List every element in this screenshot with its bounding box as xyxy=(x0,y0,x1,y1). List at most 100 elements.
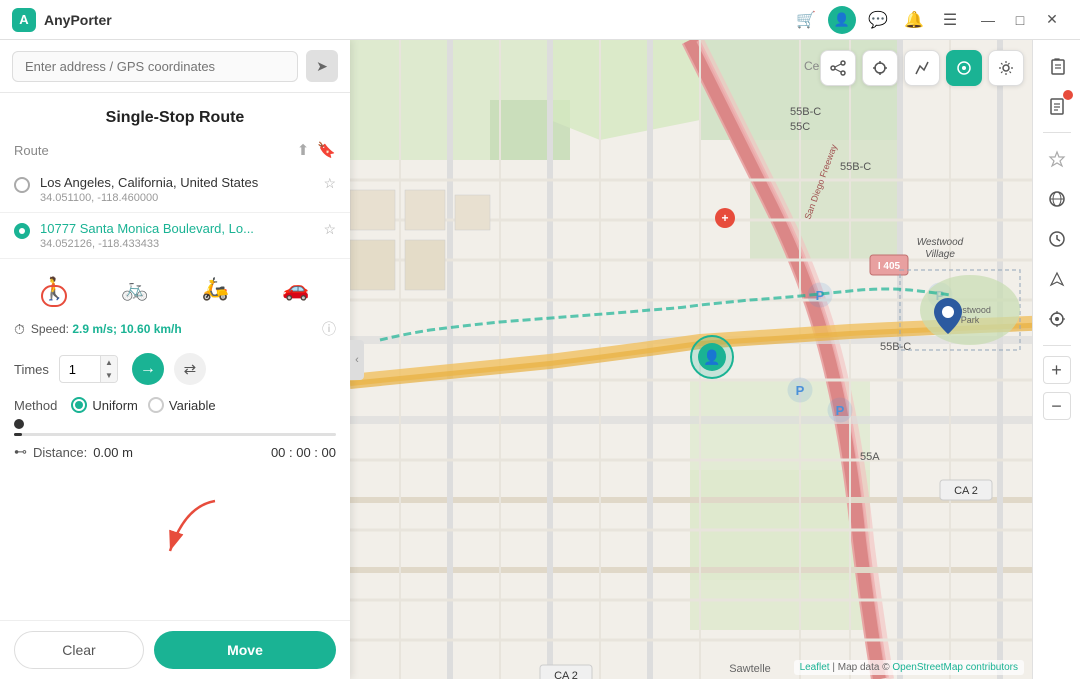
distance-icon: ⊷ xyxy=(14,444,27,460)
app-logo: A xyxy=(12,8,36,32)
user-location-marker: 👤 xyxy=(690,335,734,379)
move-button[interactable]: Move xyxy=(154,631,336,669)
destination-star-button[interactable]: ☆ xyxy=(323,221,336,238)
collapse-panel-button[interactable]: ‹ xyxy=(350,340,364,380)
route-label-row: Route ⬆ 🔖 xyxy=(0,137,350,167)
active-tool-button[interactable] xyxy=(946,50,982,86)
transport-modes: 🚶 🚲 🛵 🚗 xyxy=(0,259,350,315)
spin-up-button[interactable]: ▲ xyxy=(101,356,117,369)
speed-value: 2.9 m/s; 10.60 km/h xyxy=(72,322,181,336)
transport-walk-button[interactable]: 🚶 xyxy=(32,269,76,309)
svg-text:Park: Park xyxy=(961,315,980,325)
target-button[interactable] xyxy=(1039,301,1075,337)
svg-text:CA 2: CA 2 xyxy=(954,485,978,497)
titlebar: A AnyPorter 🛒 👤 💬 🔔 ☰ — □ ✕ xyxy=(0,0,1080,40)
app-name: AnyPorter xyxy=(44,12,792,28)
spin-down-button[interactable]: ▼ xyxy=(101,369,117,382)
uniform-radio-outer xyxy=(71,397,87,413)
map-area[interactable]: CA 2 CA 2 I 405 55B-C 55C 55B-C 55B-C 55… xyxy=(350,40,1080,679)
origin-coords: 34.051100, -118.460000 xyxy=(40,192,317,204)
destination-coords: 34.052126, -118.433433 xyxy=(40,238,317,250)
bookmark-icon[interactable]: 🔖 xyxy=(317,141,336,159)
help-icon[interactable]: ⓘ xyxy=(322,319,336,339)
crosshair-map-button[interactable] xyxy=(862,50,898,86)
user-avatar[interactable]: 👤 xyxy=(828,6,856,34)
search-bar: ➤ xyxy=(0,40,350,93)
distance-row: ⊷ Distance: 0.00 m 00 : 00 : 00 xyxy=(0,440,350,468)
zoom-out-button[interactable]: − xyxy=(1043,392,1071,420)
origin-dot xyxy=(14,177,30,193)
star-button[interactable] xyxy=(1039,141,1075,177)
search-submit-button[interactable]: ➤ xyxy=(306,50,338,82)
svg-text:55B-C: 55B-C xyxy=(840,161,871,173)
transport-bike-button[interactable]: 🚲 xyxy=(113,269,157,309)
bell-icon[interactable]: 🔔 xyxy=(900,6,928,34)
route-title-area: Single-Stop Route xyxy=(0,93,350,137)
destination-dot xyxy=(14,223,30,239)
path-draw-button[interactable] xyxy=(904,50,940,86)
method-variable-radio[interactable]: Variable xyxy=(148,397,216,413)
notification-badge xyxy=(1063,90,1073,100)
time-value: 00 : 00 : 00 xyxy=(271,445,336,460)
maximize-button[interactable]: □ xyxy=(1004,4,1036,36)
menu-icon[interactable]: ☰ xyxy=(936,6,964,34)
destination-name: 10777 Santa Monica Boulevard, Lo... xyxy=(40,221,317,236)
chat-icon[interactable]: 💬 xyxy=(864,6,892,34)
map-attribution: Leaflet | Map data © OpenStreetMap contr… xyxy=(794,660,1024,675)
active-indicator xyxy=(41,285,67,307)
times-input-wrap: ▲ ▼ xyxy=(59,355,118,383)
arrow-up-button[interactable] xyxy=(1039,261,1075,297)
transport-car-button[interactable]: 🚗 xyxy=(274,269,318,309)
zoom-in-button[interactable]: + xyxy=(1043,356,1071,384)
search-input[interactable] xyxy=(12,51,298,82)
settings-map-button[interactable] xyxy=(988,50,1024,86)
svg-text:55B-C: 55B-C xyxy=(880,341,911,353)
times-input[interactable] xyxy=(60,359,100,380)
svg-text:55C: 55C xyxy=(790,121,810,133)
distance-value: 0.00 m xyxy=(93,445,133,460)
history-button[interactable] xyxy=(1039,221,1075,257)
method-label: Method xyxy=(14,398,57,413)
svg-text:+: + xyxy=(721,211,728,225)
uniform-label: Uniform xyxy=(92,398,138,413)
globe-button[interactable] xyxy=(1039,181,1075,217)
route-section: Single-Stop Route Route ⬆ 🔖 Los Angeles,… xyxy=(0,93,350,620)
loop2-button[interactable]: ⇄ xyxy=(174,353,206,385)
method-uniform-radio[interactable]: Uniform xyxy=(71,397,138,413)
progress-bar-fill xyxy=(14,433,22,436)
bottom-buttons: Clear Move xyxy=(0,620,350,679)
speed-row: ⏱ Speed: 2.9 m/s; 10.60 km/h ⓘ xyxy=(0,315,350,347)
svg-text:Sawtelle: Sawtelle xyxy=(729,663,771,675)
clear-button[interactable]: Clear xyxy=(14,631,144,669)
svg-text:Village: Village xyxy=(925,249,955,260)
progress-bar-track[interactable] xyxy=(14,433,336,436)
progress-bar-row xyxy=(0,419,350,440)
distance-text: Distance: xyxy=(33,445,87,460)
osm-link[interactable]: OpenStreetMap contributors xyxy=(892,662,1018,673)
origin-star-button[interactable]: ☆ xyxy=(323,175,336,192)
svg-text:CA 2: CA 2 xyxy=(554,670,578,679)
svg-text:55A: 55A xyxy=(860,451,880,463)
share-map-button[interactable] xyxy=(820,50,856,86)
cart-icon[interactable]: 🛒 xyxy=(792,6,820,34)
main-content: ➤ Single-Stop Route Route ⬆ 🔖 Los Angele… xyxy=(0,40,1080,679)
destination-info: 10777 Santa Monica Boulevard, Lo... 34.0… xyxy=(40,221,317,250)
times-row: Times ▲ ▼ → ⇄ xyxy=(0,347,350,391)
export-icon[interactable]: ⬆ xyxy=(297,141,310,159)
origin-waypoint: Los Angeles, California, United States 3… xyxy=(0,167,350,213)
clipboard2-button[interactable] xyxy=(1039,88,1075,124)
variable-radio-outer xyxy=(148,397,164,413)
transport-scooter-button[interactable]: 🛵 xyxy=(193,269,237,309)
times-spinner: ▲ ▼ xyxy=(100,356,117,382)
leaflet-link[interactable]: Leaflet xyxy=(800,662,830,673)
route-title: Single-Stop Route xyxy=(0,109,350,127)
left-panel: ➤ Single-Stop Route Route ⬆ 🔖 Los Angele… xyxy=(0,40,350,679)
route-action-icons: ⬆ 🔖 xyxy=(297,141,336,159)
minimize-button[interactable]: — xyxy=(972,4,1004,36)
map-top-toolbar xyxy=(820,50,1024,86)
close-button[interactable]: ✕ xyxy=(1036,4,1068,36)
titlebar-actions: 🛒 👤 💬 🔔 ☰ xyxy=(792,6,964,34)
loop-button[interactable]: → xyxy=(132,353,164,385)
origin-info: Los Angeles, California, United States 3… xyxy=(40,175,317,204)
clipboard-button[interactable] xyxy=(1039,48,1075,84)
